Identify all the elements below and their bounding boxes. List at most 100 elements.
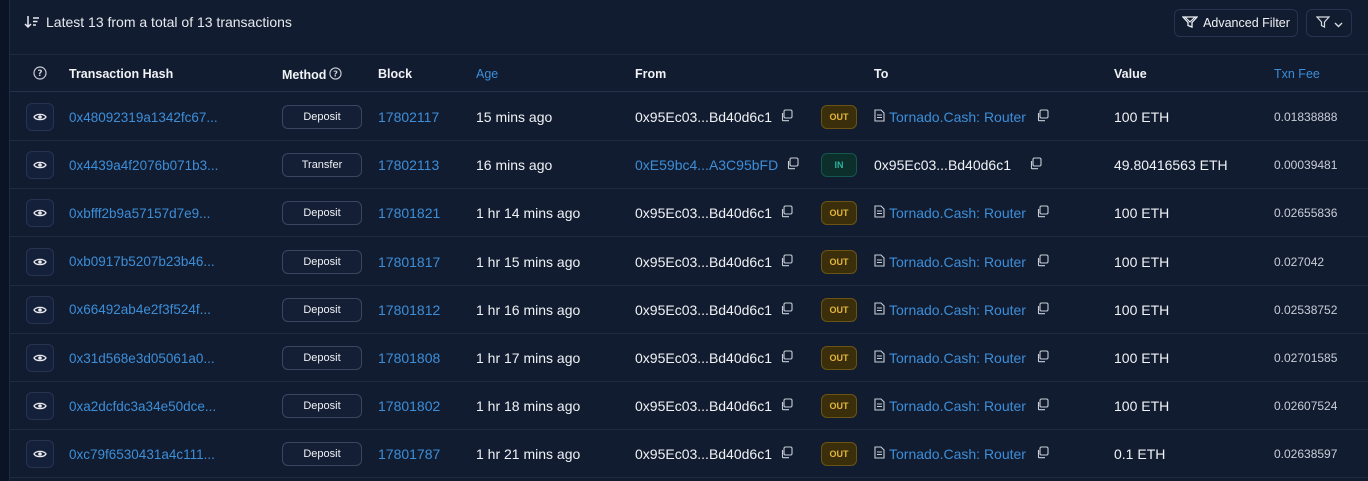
to-address[interactable]: Tornado.Cash: Router bbox=[874, 446, 1049, 462]
transaction-hash-link[interactable]: 0x31d568e3d05061a0... bbox=[69, 334, 215, 382]
contract-icon bbox=[874, 350, 885, 366]
eye-icon bbox=[33, 205, 47, 221]
copy-icon[interactable] bbox=[780, 205, 793, 221]
transaction-hash-link[interactable]: 0xc79f6530431a4c111... bbox=[69, 430, 215, 478]
copy-icon[interactable] bbox=[1036, 446, 1049, 462]
contract-icon bbox=[874, 302, 885, 318]
transaction-hash-link[interactable]: 0x48092319a1342fc67... bbox=[69, 93, 218, 141]
from-address[interactable]: 0x95Ec03...Bd40d6c1 bbox=[635, 350, 793, 366]
copy-icon[interactable] bbox=[786, 157, 799, 173]
view-details-button[interactable] bbox=[26, 440, 54, 469]
column-header-txn-fee[interactable]: Txn Fee bbox=[1274, 67, 1320, 81]
to-address-text: Tornado.Cash: Router bbox=[889, 253, 1026, 270]
from-address[interactable]: 0x95Ec03...Bd40d6c1 bbox=[635, 109, 793, 125]
transaction-hash-link[interactable]: 0xa2dcfdc3a34e50dce... bbox=[69, 382, 216, 430]
from-address[interactable]: 0x95Ec03...Bd40d6c1 bbox=[635, 398, 793, 414]
column-header-value: Value bbox=[1114, 67, 1147, 81]
block-link[interactable]: 17801802 bbox=[378, 382, 440, 430]
copy-icon[interactable] bbox=[780, 398, 793, 414]
block-link[interactable]: 17802113 bbox=[378, 141, 439, 189]
to-cell: Tornado.Cash: Router bbox=[874, 286, 1049, 334]
copy-icon[interactable] bbox=[780, 446, 793, 462]
to-address-text: Tornado.Cash: Router bbox=[889, 301, 1026, 318]
to-address-text: Tornado.Cash: Router bbox=[889, 350, 1026, 366]
filter-dropdown-button[interactable] bbox=[1306, 9, 1352, 37]
view-details-button[interactable] bbox=[26, 103, 54, 131]
copy-icon[interactable] bbox=[780, 350, 793, 366]
advanced-filter-button[interactable]: Advanced Filter bbox=[1174, 9, 1298, 37]
to-address[interactable]: Tornado.Cash: Router bbox=[874, 302, 1049, 318]
copy-icon[interactable] bbox=[780, 109, 793, 125]
transaction-hash-link[interactable]: 0xbfff2b9a57157d7e9... bbox=[69, 189, 210, 237]
transaction-hash-link[interactable]: 0x66492ab4e2f3f524f... bbox=[69, 286, 211, 334]
txn-fee-text: 0.00039481 bbox=[1274, 158, 1338, 173]
copy-icon[interactable] bbox=[1036, 205, 1049, 221]
view-details-button[interactable] bbox=[26, 151, 54, 180]
method-help-icon[interactable]: ? bbox=[329, 67, 343, 83]
view-details-button[interactable] bbox=[26, 199, 54, 228]
block-link[interactable]: 17801812 bbox=[378, 286, 440, 334]
to-cell: Tornado.Cash: Router bbox=[874, 189, 1049, 237]
column-header-age[interactable]: Age bbox=[476, 67, 498, 81]
block-link[interactable]: 17801821 bbox=[378, 189, 440, 237]
copy-icon[interactable] bbox=[1036, 302, 1049, 318]
to-address[interactable]: 0x95Ec03...Bd40d6c1 bbox=[874, 157, 1042, 173]
copy-icon[interactable] bbox=[780, 254, 793, 270]
from-address-text: 0x95Ec03...Bd40d6c1 bbox=[635, 398, 772, 415]
direction-badge: OUT bbox=[821, 105, 857, 129]
txn-fee-text: 0.027042 bbox=[1274, 254, 1325, 269]
copy-icon[interactable] bbox=[780, 302, 793, 318]
value-text: 49.80416563 ETH bbox=[1114, 157, 1228, 174]
from-address-text: 0x95Ec03...Bd40d6c1 bbox=[635, 205, 772, 222]
block-link[interactable]: 17802117 bbox=[378, 93, 439, 141]
transaction-hash-link[interactable]: 0x4439a4f2076b071b3... bbox=[69, 141, 218, 189]
summary-text: Latest 13 from a total of 13 transaction… bbox=[46, 14, 292, 30]
to-address[interactable]: Tornado.Cash: Router bbox=[874, 109, 1049, 125]
block-link[interactable]: 17801817 bbox=[378, 238, 440, 286]
to-address-text: Tornado.Cash: Router bbox=[889, 446, 1026, 463]
copy-icon[interactable] bbox=[1036, 350, 1049, 366]
from-address[interactable]: 0xE59bc4...A3C95bFD bbox=[635, 157, 799, 173]
value-text: 100 ETH bbox=[1114, 301, 1170, 318]
from-cell: 0x95Ec03...Bd40d6c1 bbox=[635, 286, 793, 334]
contract-icon bbox=[874, 446, 885, 462]
to-address[interactable]: Tornado.Cash: Router bbox=[874, 205, 1049, 221]
to-cell: Tornado.Cash: Router bbox=[874, 382, 1049, 430]
from-cell: 0x95Ec03...Bd40d6c1 bbox=[635, 93, 793, 141]
from-cell: 0x95Ec03...Bd40d6c1 bbox=[635, 238, 793, 286]
from-address[interactable]: 0x95Ec03...Bd40d6c1 bbox=[635, 446, 793, 462]
column-header-method: Method ? bbox=[282, 67, 343, 83]
help-icon[interactable]: ? bbox=[33, 66, 47, 80]
age-text: 1 hr 15 mins ago bbox=[476, 253, 581, 270]
to-address[interactable]: Tornado.Cash: Router bbox=[874, 398, 1049, 414]
from-cell: 0xE59bc4...A3C95bFD bbox=[635, 141, 799, 189]
column-header-from: From bbox=[635, 67, 667, 81]
view-details-button[interactable] bbox=[26, 392, 54, 421]
from-cell: 0x95Ec03...Bd40d6c1 bbox=[635, 334, 793, 382]
transaction-hash-link[interactable]: 0xb0917b5207b23b46... bbox=[69, 238, 215, 286]
txn-fee-text: 0.02638597 bbox=[1274, 447, 1338, 462]
block-link[interactable]: 17801787 bbox=[378, 430, 440, 478]
from-address-text: 0x95Ec03...Bd40d6c1 bbox=[635, 109, 772, 125]
copy-icon[interactable] bbox=[1036, 254, 1049, 270]
copy-icon[interactable] bbox=[1036, 109, 1049, 125]
from-address[interactable]: 0x95Ec03...Bd40d6c1 bbox=[635, 205, 793, 221]
view-details-button[interactable] bbox=[26, 295, 54, 324]
column-header-to: To bbox=[874, 67, 889, 81]
method-badge: Deposit bbox=[282, 394, 362, 419]
from-address[interactable]: 0x95Ec03...Bd40d6c1 bbox=[635, 254, 793, 270]
view-details-button[interactable] bbox=[26, 344, 54, 372]
to-cell: Tornado.Cash: Router bbox=[874, 93, 1049, 141]
to-address[interactable]: Tornado.Cash: Router bbox=[874, 254, 1049, 270]
value-text: 100 ETH bbox=[1114, 109, 1170, 125]
copy-icon[interactable] bbox=[1036, 398, 1049, 414]
table-row: 0x48092319a1342fc67... Deposit 17802117 … bbox=[10, 93, 1368, 141]
method-badge: Deposit bbox=[282, 249, 362, 274]
view-details-button[interactable] bbox=[26, 247, 54, 276]
from-address-text: 0xE59bc4...A3C95bFD bbox=[635, 157, 779, 174]
block-link[interactable]: 17801808 bbox=[378, 334, 440, 382]
contract-icon bbox=[874, 398, 885, 414]
copy-icon[interactable] bbox=[1029, 157, 1042, 173]
to-address[interactable]: Tornado.Cash: Router bbox=[874, 350, 1049, 366]
from-address[interactable]: 0x95Ec03...Bd40d6c1 bbox=[635, 302, 793, 318]
